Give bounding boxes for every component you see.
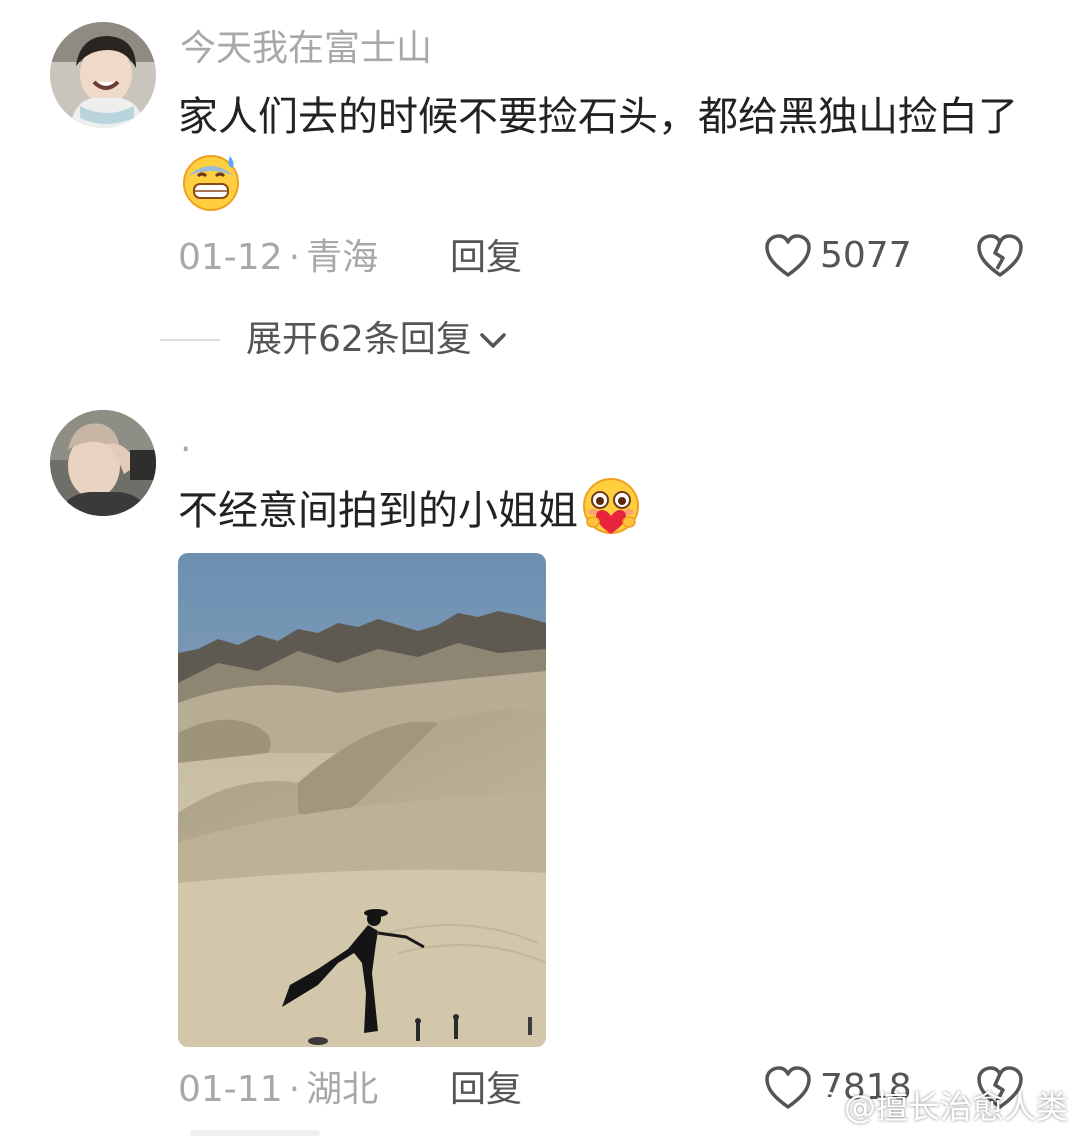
heart-outline-icon xyxy=(765,234,811,277)
watermark-text: @擅长治愈人类 xyxy=(843,1088,1068,1126)
comment-text: 家人们去的时候不要捡石头，都给黑独山捡白了 xyxy=(178,84,1038,218)
broken-heart-icon xyxy=(977,234,1023,277)
comment-photo[interactable] xyxy=(178,553,546,1047)
comment-body: 家人们去的时候不要捡石头，都给黑独山捡白了 xyxy=(178,94,1018,140)
comment-text: 不经意间拍到的小姐姐 xyxy=(178,476,1038,544)
expand-replies[interactable]: 展开62条回复 xyxy=(160,322,510,358)
divider xyxy=(160,339,220,341)
desert-photo-image xyxy=(178,553,546,1047)
weibo-logo-icon xyxy=(801,1091,839,1121)
dislike-button[interactable] xyxy=(976,233,1024,279)
avatar[interactable] xyxy=(50,410,156,516)
comment-list: 今天我在富士山 家人们去的时候不要捡石头，都给黑独山捡白了 01-12 · 青海 回… xyxy=(0,0,1080,1136)
avatar[interactable] xyxy=(50,22,156,128)
next-item-edge xyxy=(190,1130,320,1136)
comment-location: 湖北 xyxy=(306,1069,379,1110)
comment-meta: 01-11 · 湖北 xyxy=(178,1072,378,1108)
comment-meta: 01-12 · 青海 xyxy=(178,240,378,276)
username[interactable]: · xyxy=(180,432,191,468)
chevron-down-icon xyxy=(480,333,506,348)
reply-button[interactable]: 回复 xyxy=(450,1072,522,1108)
reply-button[interactable]: 回复 xyxy=(450,240,522,276)
expand-replies-label: 展开62条回复 xyxy=(246,319,472,360)
heart-hug-emoji-icon xyxy=(580,476,642,538)
like-count: 5077 xyxy=(820,235,912,276)
like-button[interactable]: 5077 xyxy=(764,233,912,279)
comment-body: 不经意间拍到的小姐姐 xyxy=(178,488,578,534)
username[interactable]: 今天我在富士山 xyxy=(180,31,432,67)
watermark: @擅长治愈人类 xyxy=(800,1082,1068,1128)
comment-location: 青海 xyxy=(306,237,379,278)
anxious-grin-emoji-icon xyxy=(180,150,242,212)
comment-date: 01-12 xyxy=(178,237,283,278)
meta-separator: · xyxy=(288,1069,301,1110)
comment-date: 01-11 xyxy=(178,1069,283,1110)
meta-separator: · xyxy=(288,237,301,278)
